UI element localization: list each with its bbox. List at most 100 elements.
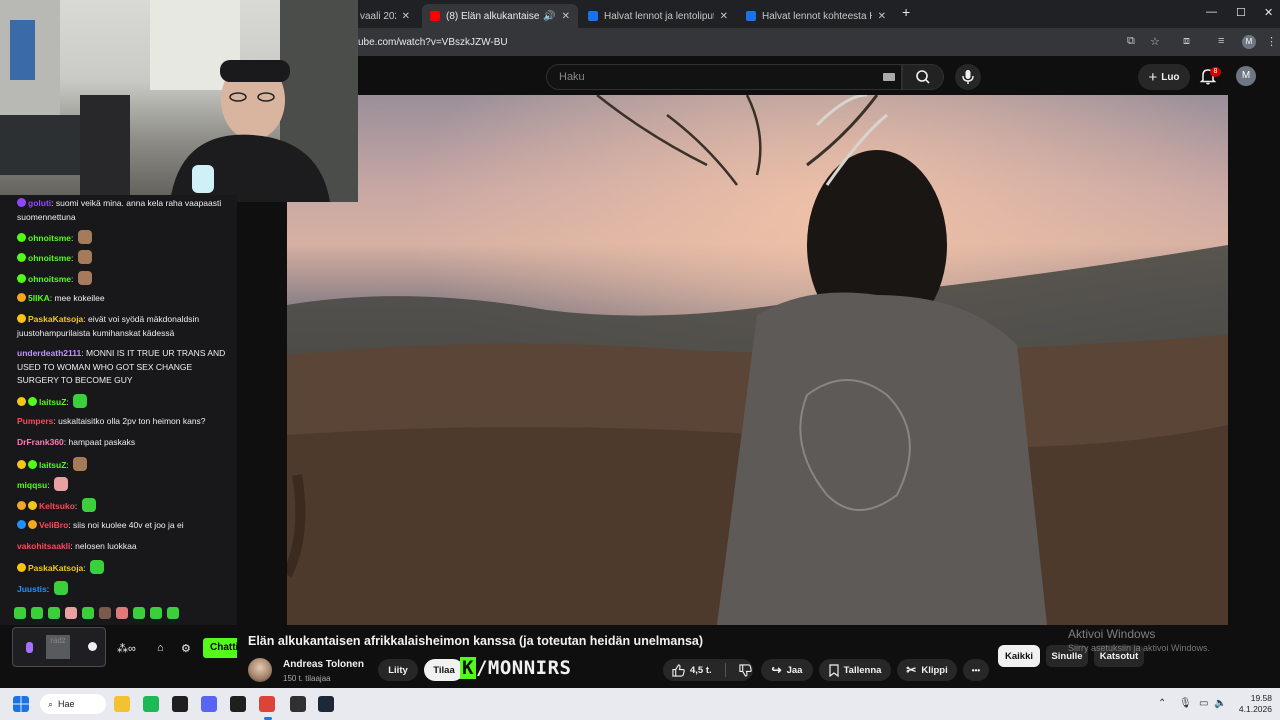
spotify-icon[interactable] [143,696,159,712]
chat-username[interactable]: Juustis [17,584,47,594]
chat-username[interactable]: ohnoitsme [28,274,71,284]
chat-badge-icon [17,293,26,302]
new-tab-button[interactable]: + [902,4,910,20]
chat-username[interactable]: ohnoitsme [28,253,71,263]
extensions-icon[interactable]: ⧈ [1183,35,1190,48]
discord-icon[interactable] [201,696,217,712]
chrome-icon[interactable] [259,696,275,712]
file-explorer-icon[interactable] [114,696,130,712]
address-bar[interactable]: ube.com/watch?v=VBszkJZW-BU [358,37,508,48]
video-frame [287,95,1228,625]
chat-username[interactable]: vakohitsaakli [17,541,70,551]
browser-tab[interactable]: Halvat lennot kohteesta Helsink ✕ [738,4,894,28]
voice-search-button[interactable] [955,64,981,90]
tab-close-icon[interactable]: ✕ [402,11,410,22]
chat-message: DrFrank360: hampaat paskaks [17,436,235,450]
chat-badge-icon [17,274,26,283]
chat-username[interactable]: goluti [28,198,51,208]
maximize-button[interactable]: ☐ [1236,6,1246,19]
tray-overflow-chevron-icon[interactable]: ⌃ [1158,698,1166,709]
emote-shortcut-icon[interactable] [150,607,162,619]
tab-close-icon[interactable]: ✕ [878,11,886,22]
like-divider [724,663,726,677]
chat-message: goluti: suomi veikä mina. anna kela raha… [17,197,235,224]
search-input[interactable]: Haku [546,64,902,90]
install-app-icon[interactable]: ⧉ [1127,35,1135,48]
microphone-icon[interactable] [26,642,33,653]
save-label: Tallenna [843,664,882,676]
notion-icon[interactable] [230,696,246,712]
tab-title: (8) Elän alkukantaisen afrik [446,10,540,22]
share-button[interactable]: ↪ Jaa [761,659,813,681]
close-window-button[interactable]: ✕ [1264,6,1273,19]
chat-gift-icon[interactable]: ⌂ [157,642,164,654]
minimize-button[interactable]: — [1206,6,1217,18]
create-button[interactable]: + Luo [1138,64,1190,90]
browser-tab-active[interactable]: (8) Elän alkukantaisen afrik 🔊 ✕ [422,4,578,28]
tray-volume-icon[interactable]: 🔈 [1214,698,1226,709]
like-button[interactable]: 4,5 t. [672,663,712,677]
emote-shortcut-icon[interactable] [82,607,94,619]
emote-shortcut-icon[interactable] [99,607,111,619]
clip-button[interactable]: ✂ Klippi [897,659,957,681]
tab-close-icon[interactable]: ✕ [562,11,570,22]
save-button[interactable]: Tallenna [819,659,891,681]
more-actions-button[interactable]: ••• [963,659,989,681]
clip-label: Klippi [921,664,948,676]
chat-username[interactable]: 5IIKA [28,293,50,303]
bookmark-star-icon[interactable]: ☆ [1150,35,1160,48]
chat-send-button[interactable]: Chatti [203,638,238,658]
browser-tab[interactable]: vaali 2026 ✕ [352,4,418,28]
chat-input[interactable]: radz [12,627,106,667]
chat-username[interactable]: laitsuZ [39,460,66,470]
speaker-icon[interactable]: 🔊 [543,11,555,22]
chat-badge-icon [17,253,26,262]
youtube-account-avatar[interactable]: M [1236,66,1256,86]
channel-name[interactable]: Andreas Tolonen [283,659,364,670]
steam-icon[interactable] [318,696,334,712]
tray-mic-icon[interactable]: 🎙 [1179,698,1192,709]
tab-close-icon[interactable]: ✕ [720,11,728,22]
browser-menu-icon[interactable]: ⋮ [1266,35,1277,48]
channel-avatar[interactable] [248,658,272,682]
emote-shortcut-icon[interactable] [167,607,179,619]
emoji-icon[interactable] [88,642,97,651]
terminal-icon[interactable] [172,696,188,712]
windows-start-icon[interactable] [13,696,29,712]
chat-settings-icon[interactable]: ⚙ [181,642,191,655]
chat-username[interactable]: miqqsu [17,480,47,490]
chat-badge-icon [17,520,26,529]
emote-shortcut-icon[interactable] [48,607,60,619]
emote-shortcut-icon[interactable] [31,607,43,619]
chat-settings-group-icon[interactable]: ⁂∞ [117,642,136,655]
video-player[interactable] [287,95,1228,625]
reading-list-icon[interactable]: ≡ [1218,35,1224,47]
subscribe-button[interactable]: Tilaa [424,659,464,681]
chat-username[interactable]: Pumpers [17,416,53,426]
taskbar-clock[interactable]: 19.58 4.1.2026 [1232,693,1272,715]
search-button[interactable] [902,64,944,90]
chat-username[interactable]: PaskaKatsoja [28,563,83,573]
chat-username[interactable]: laitsuZ [39,397,66,407]
chat-username[interactable]: DrFrank360 [17,437,64,447]
emote-shortcut-icon[interactable] [116,607,128,619]
obs-icon[interactable] [290,696,306,712]
browser-profile-avatar[interactable]: M [1242,35,1256,49]
keyboard-icon[interactable] [883,73,895,81]
chat-username[interactable]: PaskaKatsoja [28,314,83,324]
chat-username[interactable]: VeliBro [39,520,68,530]
emote-shortcut-icon[interactable] [14,607,26,619]
emote-shortcut-icon[interactable] [65,607,77,619]
taskbar-search-box[interactable]: ⌕ Hae [40,694,106,714]
tab-title: Halvat lennot ja lentoliput kaikk [604,10,714,22]
chat-username[interactable]: Keltsuko [39,501,75,511]
chat-emote-icon [53,581,68,595]
chat-username[interactable]: ohnoitsme [28,233,71,243]
tray-network-icon[interactable]: ▭ [1199,698,1208,709]
chip-all[interactable]: Kaikki [998,645,1040,667]
emote-shortcut-icon[interactable] [133,607,145,619]
join-button[interactable]: Liity [378,659,418,681]
thumbs-down-icon[interactable] [739,663,752,677]
browser-tab[interactable]: Halvat lennot ja lentoliput kaikk ✕ [580,4,736,28]
chat-username[interactable]: underdeath2111 [17,348,81,358]
